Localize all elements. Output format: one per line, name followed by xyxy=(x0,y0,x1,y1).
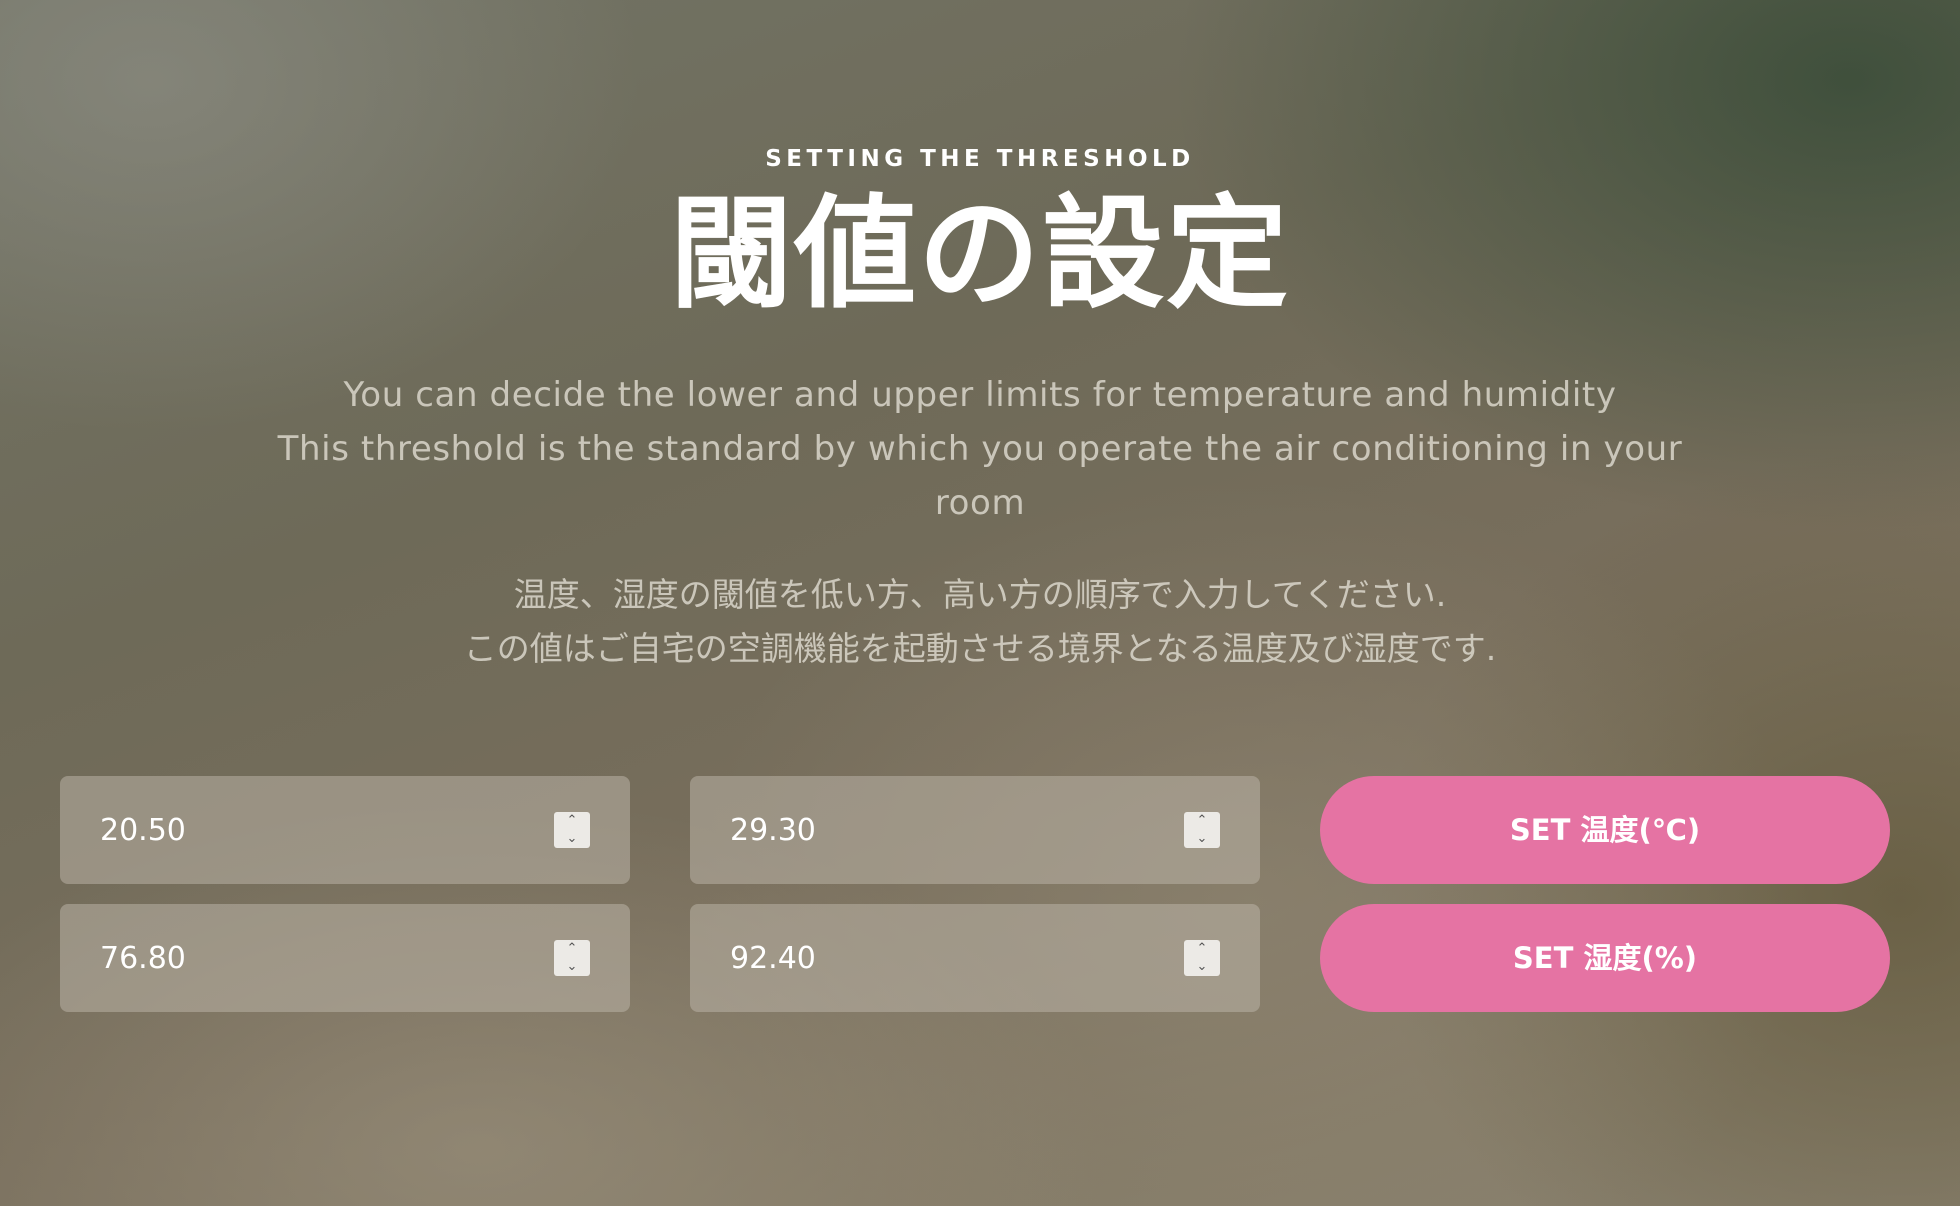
chevron-up-icon[interactable]: ⌃ xyxy=(1184,940,1220,958)
description-japanese: 温度、湿度の閾値を低い方、高い方の順序で入力してください. この値はご自宅の空調… xyxy=(250,568,1710,676)
chevron-up-icon[interactable]: ⌃ xyxy=(554,940,590,958)
chevron-down-icon[interactable]: ⌄ xyxy=(1184,830,1220,848)
description-en-line: This threshold is the standard by which … xyxy=(277,429,1683,469)
set-humidity-button[interactable]: SET 湿度(%) xyxy=(1320,904,1890,1012)
temperature-high-input[interactable] xyxy=(730,776,1170,884)
chevron-up-icon[interactable]: ⌃ xyxy=(1184,812,1220,830)
temperature-high-spinner[interactable]: ⌃ ⌄ xyxy=(1184,812,1220,848)
chevron-down-icon[interactable]: ⌄ xyxy=(554,958,590,976)
temperature-low-field[interactable]: ⌃ ⌄ xyxy=(60,776,630,884)
description-jp-line: この値はご自宅の空調機能を起動させる境界となる温度及び湿度です. xyxy=(463,629,1497,668)
humidity-high-spinner[interactable]: ⌃ ⌄ xyxy=(1184,940,1220,976)
humidity-high-field[interactable]: ⌃ ⌄ xyxy=(690,904,1260,1012)
temperature-low-spinner[interactable]: ⌃ ⌄ xyxy=(554,812,590,848)
chevron-down-icon[interactable]: ⌄ xyxy=(1184,958,1220,976)
description-en-line: room xyxy=(934,483,1026,523)
description-en-line: You can decide the lower and upper limit… xyxy=(343,375,1617,415)
section-eyebrow: SETTING THE THRESHOLD xyxy=(765,146,1195,172)
page-title: 閾値の設定 xyxy=(670,181,1290,325)
chevron-up-icon[interactable]: ⌃ xyxy=(554,812,590,830)
humidity-high-input[interactable] xyxy=(730,904,1170,1012)
description-jp-line: 温度、湿度の閾値を低い方、高い方の順序で入力してください. xyxy=(513,575,1447,614)
temperature-low-input[interactable] xyxy=(100,776,540,884)
chevron-down-icon[interactable]: ⌄ xyxy=(554,830,590,848)
temperature-high-field[interactable]: ⌃ ⌄ xyxy=(690,776,1260,884)
humidity-low-field[interactable]: ⌃ ⌄ xyxy=(60,904,630,1012)
humidity-low-input[interactable] xyxy=(100,904,540,1012)
set-temperature-button[interactable]: SET 温度(℃) xyxy=(1320,776,1890,884)
description-english: You can decide the lower and upper limit… xyxy=(250,368,1710,530)
humidity-low-spinner[interactable]: ⌃ ⌄ xyxy=(554,940,590,976)
